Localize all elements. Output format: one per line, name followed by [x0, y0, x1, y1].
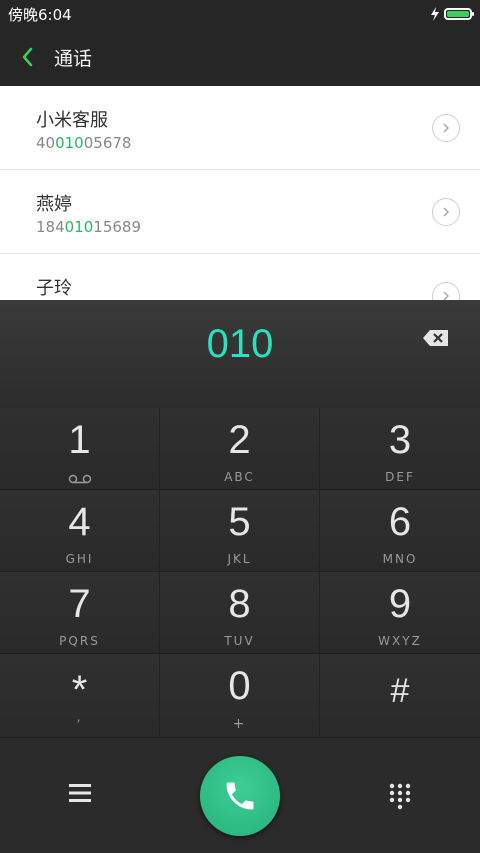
- dialed-number-display: 010: [0, 300, 480, 408]
- voicemail-icon: [68, 474, 92, 484]
- bottom-bar: [0, 738, 480, 853]
- keypad-icon[interactable]: [388, 782, 412, 810]
- title-bar: 通话: [0, 28, 480, 86]
- menu-icon[interactable]: [68, 782, 92, 804]
- contact-detail-button[interactable]: [432, 282, 460, 300]
- status-icons: [430, 4, 474, 24]
- contact-row[interactable]: 子玲: [0, 254, 480, 300]
- key-3[interactable]: 3 DEF: [320, 408, 480, 490]
- key-star[interactable]: * ,: [0, 654, 160, 738]
- contact-name: 子玲: [36, 278, 72, 299]
- number-match: 010: [64, 218, 94, 236]
- battery-level: [447, 11, 469, 17]
- status-time: 傍晚6:04: [8, 6, 72, 24]
- battery-icon: [444, 8, 474, 20]
- key-hash[interactable]: #: [320, 654, 480, 738]
- page-title: 通话: [54, 48, 93, 70]
- key-9[interactable]: 9 WXYZ: [320, 572, 480, 654]
- contact-detail-button[interactable]: [432, 198, 460, 226]
- contact-name: 燕婷: [36, 194, 72, 215]
- search-results-list: 小米客服 4001005678 燕婷 18401015689 子玲: [0, 86, 480, 300]
- dialed-number: 010: [206, 322, 274, 366]
- contact-number: 4001005678: [36, 134, 132, 152]
- contact-name: 小米客服: [36, 110, 108, 131]
- number-match: 010: [55, 134, 84, 152]
- phone-icon: [226, 782, 254, 810]
- charging-icon: [431, 7, 439, 21]
- chevron-right-icon: [443, 291, 450, 300]
- contact-detail-button[interactable]: [432, 114, 460, 142]
- key-1[interactable]: 1: [0, 408, 160, 490]
- key-5[interactable]: 5 JKL: [160, 490, 320, 572]
- back-icon[interactable]: [14, 42, 44, 72]
- contact-row[interactable]: 燕婷 18401015689: [0, 170, 480, 254]
- status-bar: 傍晚6:04: [0, 0, 480, 28]
- chevron-right-icon: [443, 123, 450, 133]
- chevron-right-icon: [443, 207, 450, 217]
- key-6[interactable]: 6 MNO: [320, 490, 480, 572]
- call-button[interactable]: [200, 756, 280, 836]
- key-7[interactable]: 7 PQRS: [0, 572, 160, 654]
- key-2[interactable]: 2 ABC: [160, 408, 320, 490]
- key-8[interactable]: 8 TUV: [160, 572, 320, 654]
- dial-keypad: 1 2 ABC 3 DEF 4 GHI 5 JKL 6 MNO 7 PQRS 8…: [0, 408, 480, 738]
- backspace-icon[interactable]: [422, 328, 450, 348]
- contact-row[interactable]: 小米客服 4001005678: [0, 86, 480, 170]
- contact-number: 18401015689: [36, 218, 141, 236]
- key-0[interactable]: 0 +: [160, 654, 320, 738]
- key-4[interactable]: 4 GHI: [0, 490, 160, 572]
